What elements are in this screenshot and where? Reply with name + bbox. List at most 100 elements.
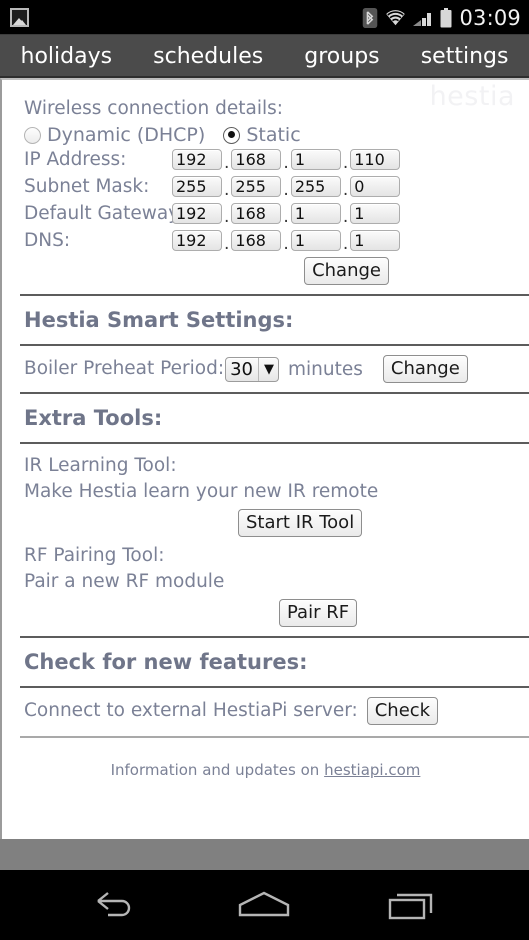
ip-address-octet-1[interactable]: [172, 149, 222, 170]
dns-row: DNS: . . .: [2, 227, 529, 254]
divider: [20, 344, 529, 346]
android-status-bar: 03:09: [0, 0, 529, 35]
rf-tool-title: RF Pairing Tool:: [24, 545, 165, 566]
ip-address-octet-3[interactable]: [290, 149, 341, 170]
cellular-signal-icon: [413, 9, 433, 27]
boiler-preheat-label: Boiler Preheat Period:: [24, 358, 225, 379]
rf-tool-button-row: Pair RF: [2, 599, 529, 627]
start-ir-tool-button[interactable]: Start IR Tool: [238, 509, 363, 537]
features-heading: Check for new features:: [24, 650, 308, 674]
subnet-mask-octet-1[interactable]: [172, 176, 222, 197]
recent-apps-icon[interactable]: [377, 882, 451, 928]
subnet-mask-row: Subnet Mask: . . .: [2, 173, 529, 200]
subnet-mask-octet-2[interactable]: [231, 176, 282, 197]
ip-dot: .: [224, 233, 230, 254]
ip-dot: .: [342, 152, 349, 173]
hestia-watermark: hestia: [429, 81, 515, 112]
default-gateway-octet-2[interactable]: [231, 203, 282, 224]
battery-icon: [440, 7, 452, 28]
nav-item-groups[interactable]: groups: [298, 44, 385, 69]
radio-static[interactable]: [223, 126, 241, 144]
ip-dot: .: [283, 152, 289, 173]
page-footer: Information and updates on hestiapi.com: [2, 747, 529, 779]
status-bar-notifications: [10, 8, 29, 27]
wireless-section-title: Wireless connection details:: [24, 98, 283, 119]
bluetooth-icon: [362, 7, 378, 28]
app-top-nav: holidays schedules groups settings: [0, 35, 529, 78]
external-server-row: Connect to external HestiaPi server: Che…: [2, 697, 529, 725]
dns-octet-3[interactable]: [290, 230, 341, 251]
boiler-preheat-select[interactable]: 30 ▼: [225, 356, 279, 382]
ip-address-octet-4[interactable]: [350, 149, 401, 170]
ir-tool-description: Make Hestia learn your new IR remote: [24, 481, 379, 502]
ip-dot: .: [342, 233, 349, 254]
dns-label: DNS:: [24, 229, 71, 251]
subnet-mask-octet-3[interactable]: [290, 176, 341, 197]
footer-text: Information and updates on: [110, 761, 320, 779]
divider: [20, 294, 529, 296]
nav-item-schedules[interactable]: schedules: [147, 44, 269, 69]
default-gateway-row: Default Gateway: . . .: [2, 200, 529, 227]
select-divider: [257, 357, 259, 381]
rf-tool-title-wrap: RF Pairing Tool:: [2, 543, 529, 569]
connection-mode-group: Dynamic (DHCP) Static: [2, 124, 529, 146]
back-arrow-icon[interactable]: [78, 882, 152, 928]
pair-rf-button[interactable]: Pair RF: [279, 599, 358, 627]
radio-static-label[interactable]: Static: [246, 124, 300, 146]
divider: [20, 686, 529, 688]
ir-tool-description-wrap: Make Hestia learn your new IR remote: [2, 479, 529, 505]
default-gateway-label: Default Gateway:: [24, 202, 185, 224]
radio-dynamic-dhcp[interactable]: [24, 126, 41, 144]
subnet-mask-octet-4[interactable]: [350, 176, 401, 197]
wireless-change-row: Change: [2, 257, 529, 285]
ir-tool-button-row: Start IR Tool: [2, 509, 529, 537]
divider: [20, 392, 529, 394]
divider: [20, 636, 529, 638]
home-icon[interactable]: [227, 882, 301, 928]
device-screen: 03:09 holidays schedules groups settings…: [0, 0, 529, 940]
ip-address-row: IP Address: . . .: [2, 146, 529, 173]
ir-tool-title-wrap: IR Learning Tool:: [2, 453, 529, 479]
check-button[interactable]: Check: [366, 697, 439, 725]
ip-dot: .: [342, 206, 349, 227]
ip-dot: .: [283, 179, 289, 200]
android-navigation-bar: [0, 870, 529, 940]
boiler-preheat-row: Boiler Preheat Period: 30 ▼ minutes Chan…: [2, 355, 529, 383]
hestiapi-link[interactable]: hestiapi.com: [324, 761, 420, 779]
rf-tool-description: Pair a new RF module: [24, 571, 225, 592]
ip-dot: .: [224, 152, 230, 173]
subnet-mask-label: Subnet Mask:: [24, 175, 150, 197]
default-gateway-octet-1[interactable]: [172, 203, 222, 224]
dns-octet-2[interactable]: [231, 230, 282, 251]
ip-dot: .: [283, 233, 289, 254]
default-gateway-octet-3[interactable]: [290, 203, 341, 224]
ir-tool-title: IR Learning Tool:: [24, 455, 177, 476]
browser-viewport: hestia Wireless connection details: Dyna…: [0, 78, 529, 870]
extra-tools-heading: Extra Tools:: [24, 406, 163, 430]
dns-octet-4[interactable]: [350, 230, 401, 251]
external-server-label: Connect to external HestiaPi server:: [24, 700, 358, 721]
wireless-change-button[interactable]: Change: [304, 257, 389, 285]
ip-address-octet-2[interactable]: [231, 149, 282, 170]
rf-tool-description-wrap: Pair a new RF module: [2, 569, 529, 595]
nav-item-holidays[interactable]: holidays: [15, 44, 119, 69]
dns-octet-1[interactable]: [172, 230, 222, 251]
boiler-preheat-units: minutes: [287, 358, 363, 380]
smart-settings-heading: Hestia Smart Settings:: [24, 308, 294, 332]
divider: [20, 442, 529, 444]
settings-page: hestia Wireless connection details: Dyna…: [0, 78, 529, 839]
status-bar-clock: 03:09: [459, 5, 521, 30]
ip-dot: .: [224, 179, 230, 200]
divider: [20, 736, 529, 738]
ip-address-label: IP Address:: [24, 148, 127, 170]
radio-dynamic-dhcp-label[interactable]: Dynamic (DHCP): [47, 124, 205, 146]
wifi-icon: [385, 9, 406, 26]
nav-item-settings[interactable]: settings: [415, 44, 515, 69]
boiler-preheat-selected-value: 30: [230, 358, 253, 380]
ip-dot: .: [283, 206, 289, 227]
default-gateway-octet-4[interactable]: [350, 203, 401, 224]
image-notification-icon: [10, 8, 29, 27]
ip-dot: .: [224, 206, 230, 227]
boiler-preheat-change-button[interactable]: Change: [382, 355, 468, 383]
status-bar-indicators: 03:09: [362, 6, 521, 30]
